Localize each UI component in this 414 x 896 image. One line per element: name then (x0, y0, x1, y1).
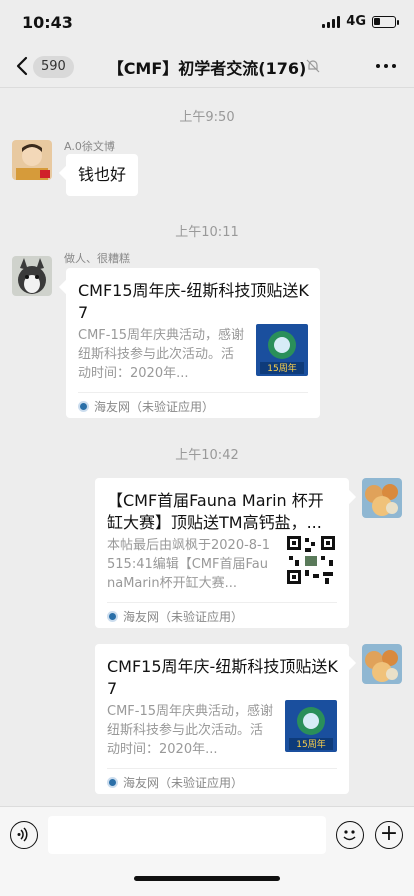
card-description: CMF-15周年庆典活动，感谢纽斯科技参与此次活动。活动时间：2020年... (78, 328, 245, 381)
chat-messages[interactable]: 上午9:50 A.0徐文博 钱也好 上午10:11 做人、很糟糕 CMF15周年… (0, 88, 414, 806)
plus-icon[interactable]: + (375, 821, 403, 849)
timestamp: 上午10:42 (175, 448, 239, 463)
card-source-label: 海友网（未验证应用） (123, 610, 244, 624)
sender-name: A.0徐文博 (64, 140, 115, 153)
thumbnail-text: 15周年 (296, 738, 325, 750)
unread-count-badge[interactable]: 590 (33, 56, 74, 78)
status-time: 10:43 (22, 13, 73, 32)
card-source-label: 海友网（未验证应用） (94, 400, 215, 414)
card-title: 【CMF首届Fauna Marin 杯开缸大赛】顶贴送TM高钙盐，... (107, 491, 324, 532)
avatar[interactable] (362, 478, 402, 518)
timestamp: 上午9:50 (179, 110, 235, 125)
home-indicator (134, 876, 280, 881)
app-source-icon (78, 401, 89, 412)
message-input-bar: + (0, 806, 414, 896)
signal-icon (322, 15, 341, 28)
chat-header: 590 【CMF】初学者交流(176) (0, 44, 414, 88)
link-card[interactable]: CMF15周年庆-纽斯科技顶贴送K7 CMF-15周年庆典活动，感谢纽斯科技参与… (66, 268, 320, 418)
card-source: 海友网（未验证应用） (107, 774, 243, 791)
divider (107, 768, 337, 769)
avatar[interactable] (12, 256, 52, 296)
status-bar: 10:43 4G (0, 0, 414, 44)
emoji-icon[interactable] (336, 821, 364, 849)
message-text-field[interactable] (48, 816, 326, 854)
card-description: CMF-15周年庆典活动，感谢纽斯科技参与此次活动。活动时间：2020年... (107, 704, 274, 757)
qr-code-thumbnail (285, 534, 337, 586)
card-source: 海友网（未验证应用） (78, 398, 214, 415)
more-options-icon[interactable] (376, 64, 396, 68)
thumbnail-text: 15周年 (267, 362, 296, 374)
card-title: CMF15周年庆-纽斯科技顶贴送K7 (107, 657, 338, 698)
back-chevron-icon[interactable] (12, 54, 34, 78)
card-thumbnail: 15周年 (256, 324, 308, 376)
card-thumbnail: 15周年 (285, 700, 337, 752)
avatar[interactable] (12, 140, 52, 180)
message-bubble[interactable]: 钱也好 (66, 154, 139, 196)
card-source: 海友网（未验证应用） (107, 608, 243, 625)
network-type: 4G (346, 14, 366, 29)
mute-bell-icon (306, 59, 320, 73)
status-indicators: 4G (322, 14, 399, 29)
divider (107, 602, 337, 603)
card-title: CMF15周年庆-纽斯科技顶贴送K7 (78, 281, 309, 322)
card-description: 本帖最后由飒枫于2020-8-1515:41编辑【CMF首届FaunaMarin… (107, 538, 271, 591)
app-source-icon (107, 611, 118, 622)
battery-icon (372, 15, 399, 28)
sender-name: 做人、很糟糕 (64, 252, 130, 265)
link-card[interactable]: CMF15周年庆-纽斯科技顶贴送K7 CMF-15周年庆典活动，感谢纽斯科技参与… (95, 644, 349, 794)
divider (78, 392, 308, 393)
chat-title: 【CMF】初学者交流(176) (107, 59, 307, 78)
avatar[interactable] (362, 644, 402, 684)
app-source-icon (107, 777, 118, 788)
message-text: 钱也好 (78, 165, 127, 184)
voice-input-icon[interactable] (10, 821, 38, 849)
card-source-label: 海友网（未验证应用） (123, 776, 244, 790)
link-card[interactable]: 【CMF首届Fauna Marin 杯开缸大赛】顶贴送TM高钙盐，... 本帖最… (95, 478, 349, 628)
timestamp: 上午10:11 (175, 225, 239, 240)
